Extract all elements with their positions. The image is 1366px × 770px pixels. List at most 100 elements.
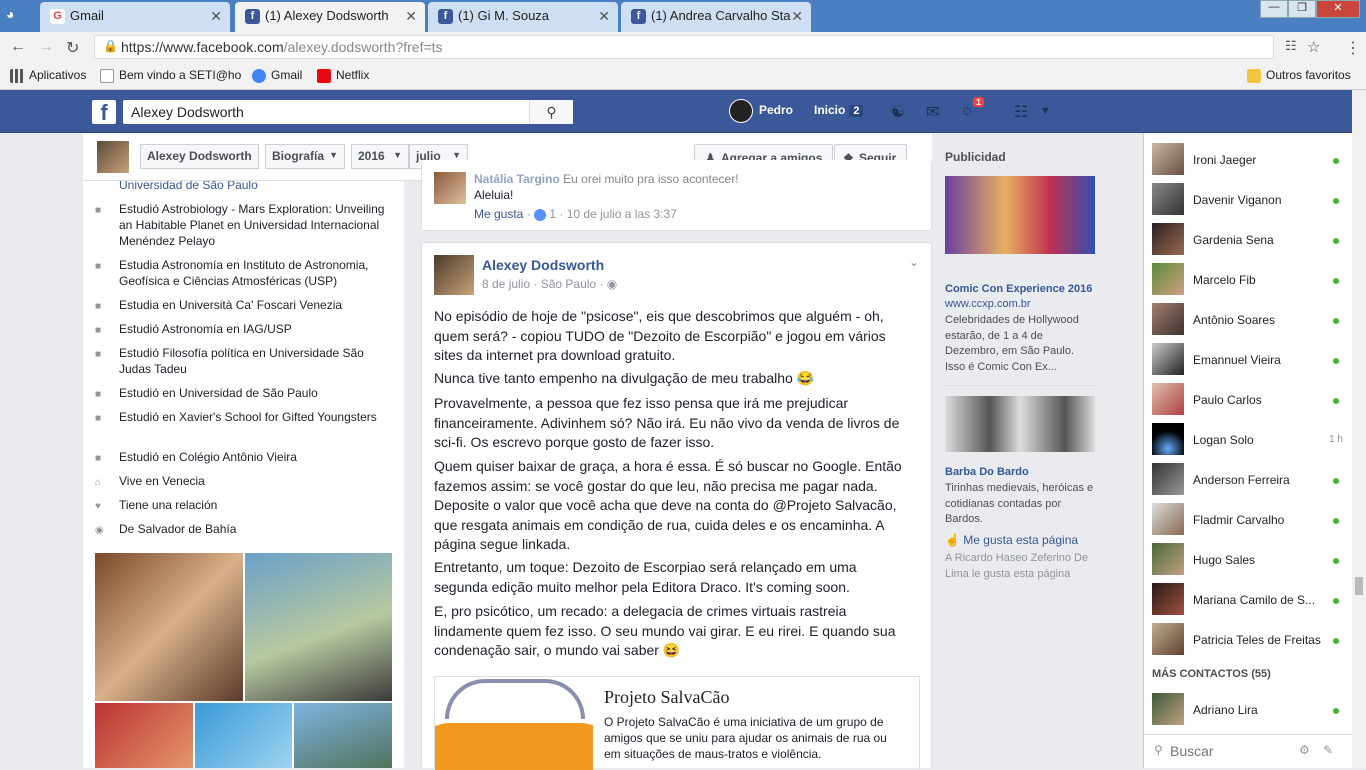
profile-photo-thumb[interactable]	[195, 703, 292, 768]
fb-search-input[interactable]: Alexey Dodsworth ⚲	[123, 100, 573, 124]
avatar	[1152, 463, 1184, 495]
tab-gmail[interactable]: G Gmail ✕	[40, 2, 230, 32]
chat-contact[interactable]: Hugo Sales	[1152, 543, 1347, 579]
star-icon[interactable]: ☆	[1307, 38, 1320, 56]
facebook-logo-icon[interactable]: f	[92, 100, 116, 125]
profile-photo-thumb[interactable]	[95, 553, 243, 701]
account-dropdown-icon[interactable]: ▼	[1040, 105, 1051, 117]
translate-icon[interactable]: ☷	[1285, 38, 1297, 54]
commenter-avatar[interactable]	[434, 172, 466, 204]
avatar	[1152, 623, 1184, 655]
link-preview[interactable]: Projeto SalvaCão O Projeto SalvaCão é um…	[434, 676, 920, 770]
ad2-title[interactable]: Barba Do Bardo	[945, 466, 1029, 478]
chat-contact[interactable]: Antônio Soares	[1152, 303, 1347, 339]
home-link[interactable]: Inicio 2	[814, 103, 864, 117]
chat-contact[interactable]: Paulo Carlos	[1152, 383, 1347, 419]
chat-contact[interactable]: Davenir Viganon	[1152, 183, 1347, 219]
close-tab-icon[interactable]: ✕	[210, 8, 222, 25]
last-active-time: 1 h	[1329, 434, 1343, 445]
ad1-image[interactable]	[945, 176, 1095, 254]
profile-avatar[interactable]	[97, 141, 129, 173]
online-dot-icon	[1333, 278, 1339, 284]
page-scrollbar[interactable]	[1352, 90, 1366, 768]
comment-text: Aleluia!	[474, 188, 514, 202]
chat-contact[interactable]: Emannuel Vieira	[1152, 343, 1347, 379]
school-icon: ■	[95, 349, 102, 360]
profile-photo-thumb[interactable]	[95, 703, 193, 768]
chat-contact[interactable]: Fladmir Carvalho	[1152, 503, 1347, 539]
incognito-icon: ◕	[6, 6, 15, 22]
close-window-button[interactable]: ✕	[1316, 0, 1360, 18]
post-author-link[interactable]: Alexey Dodsworth	[482, 257, 604, 273]
ad2-image[interactable]	[945, 396, 1095, 452]
intro-link[interactable]: Universidad de São Paulo	[119, 181, 258, 192]
reload-icon[interactable]: ↻	[66, 38, 79, 58]
post-paragraph: Nunca tive tanto empenho na divulgação d…	[434, 370, 815, 386]
chat-contact[interactable]: Logan Solo 1 h	[1152, 423, 1347, 459]
ad1-title[interactable]: Comic Con Experience 2016	[945, 283, 1092, 295]
chat-search-input[interactable]	[1170, 741, 1290, 761]
profile-photo-thumb[interactable]	[245, 553, 392, 701]
search-icon[interactable]: ⚲	[529, 100, 573, 124]
netflix-icon	[317, 68, 331, 83]
privacy-icon[interactable]: ☷	[1014, 102, 1028, 122]
online-dot-icon	[1333, 318, 1339, 324]
avatar	[1152, 543, 1184, 575]
lock-icon: 🔒	[103, 39, 118, 53]
chat-contact[interactable]: Adriano Lira	[1152, 693, 1347, 729]
page-icon	[100, 68, 114, 83]
post-meta: 8 de julio · São Paulo · ◉	[482, 277, 618, 291]
post-card: Alexey Dodsworth 8 de julio · São Paulo …	[421, 242, 932, 770]
profile-name-link[interactable]: Alexey Dodsworth	[140, 144, 259, 169]
chat-contact[interactable]: Gardenia Sena	[1152, 223, 1347, 259]
post-date-link[interactable]: 8 de julio	[482, 277, 530, 291]
author-avatar[interactable]	[434, 255, 474, 295]
apps-icon	[10, 68, 24, 83]
close-tab-icon[interactable]: ✕	[598, 8, 610, 25]
forward-icon[interactable]: →	[38, 38, 54, 56]
tab-andrea[interactable]: f (1) Andrea Carvalho Stari ✕	[621, 2, 811, 32]
gear-icon[interactable]: ⚙	[1299, 743, 1310, 757]
menu-icon[interactable]: ⋮	[1345, 38, 1361, 58]
biography-dropdown[interactable]: Biografía ▼	[265, 144, 346, 169]
notification-count-badge: 1	[973, 97, 985, 107]
close-tab-icon[interactable]: ✕	[791, 8, 803, 25]
year-dropdown[interactable]: 2016 ▼	[351, 144, 409, 169]
online-dot-icon	[1333, 638, 1339, 644]
minimize-button[interactable]: —	[1260, 0, 1288, 18]
compose-icon[interactable]: ✎	[1323, 743, 1333, 757]
chevron-down-icon: ▼	[329, 150, 339, 160]
chat-contact[interactable]: Anderson Ferreira	[1152, 463, 1347, 499]
tab-alexey[interactable]: f (1) Alexey Dodsworth ✕	[235, 2, 425, 32]
maximize-button[interactable]: ❐	[1288, 0, 1316, 18]
chat-contact[interactable]: Patricia Teles de Freitas	[1152, 623, 1347, 659]
chat-contact[interactable]: Marcelo Fib	[1152, 263, 1347, 299]
bookmark-seti[interactable]: Bem vindo a SETI@ho	[100, 68, 241, 83]
bookmark-other[interactable]: Outros favoritos	[1247, 68, 1351, 83]
profile-photo-thumb[interactable]	[294, 703, 392, 768]
chat-contact[interactable]: Ironi Jaeger	[1152, 143, 1347, 179]
bookmark-netflix[interactable]: Netflix	[317, 68, 369, 83]
back-icon[interactable]: ←	[10, 38, 26, 56]
ad2-like-link[interactable]: ☝ Me gusta esta página	[945, 533, 1078, 547]
post-options-chevron-icon[interactable]: ⌄	[909, 255, 919, 269]
close-tab-icon[interactable]: ✕	[405, 8, 417, 25]
school-icon: ■	[95, 301, 102, 312]
scrollbar-thumb[interactable]	[1355, 577, 1363, 595]
post-paragraph: No episódio de hoje de "psicose", eis qu…	[434, 308, 886, 363]
ad1-url[interactable]: www.ccxp.com.br	[945, 298, 1031, 310]
pin-icon: ◉	[95, 525, 104, 536]
bookmark-apps[interactable]: Aplicativos	[10, 68, 86, 83]
google-icon	[252, 68, 266, 83]
user-avatar[interactable]	[729, 99, 753, 123]
messages-icon[interactable]: ✉	[926, 102, 939, 122]
comment-like-link[interactable]: Me gusta	[474, 207, 523, 221]
bookmark-gmail[interactable]: Gmail	[252, 68, 302, 83]
profile-link[interactable]: Pedro	[759, 103, 793, 117]
friend-requests-icon[interactable]: ☯	[891, 102, 905, 122]
url-input[interactable]: 🔒 https://www.facebook.com/alexey.dodswo…	[94, 35, 1274, 59]
school-icon: ■	[95, 205, 102, 216]
tab-gi-souza[interactable]: f (1) Gi M. Souza ✕	[428, 2, 618, 32]
chat-contact[interactable]: Mariana Camilo de S...	[1152, 583, 1347, 619]
ads-column: Publicidad Comic Con Experience 2016 www…	[945, 150, 1095, 580]
